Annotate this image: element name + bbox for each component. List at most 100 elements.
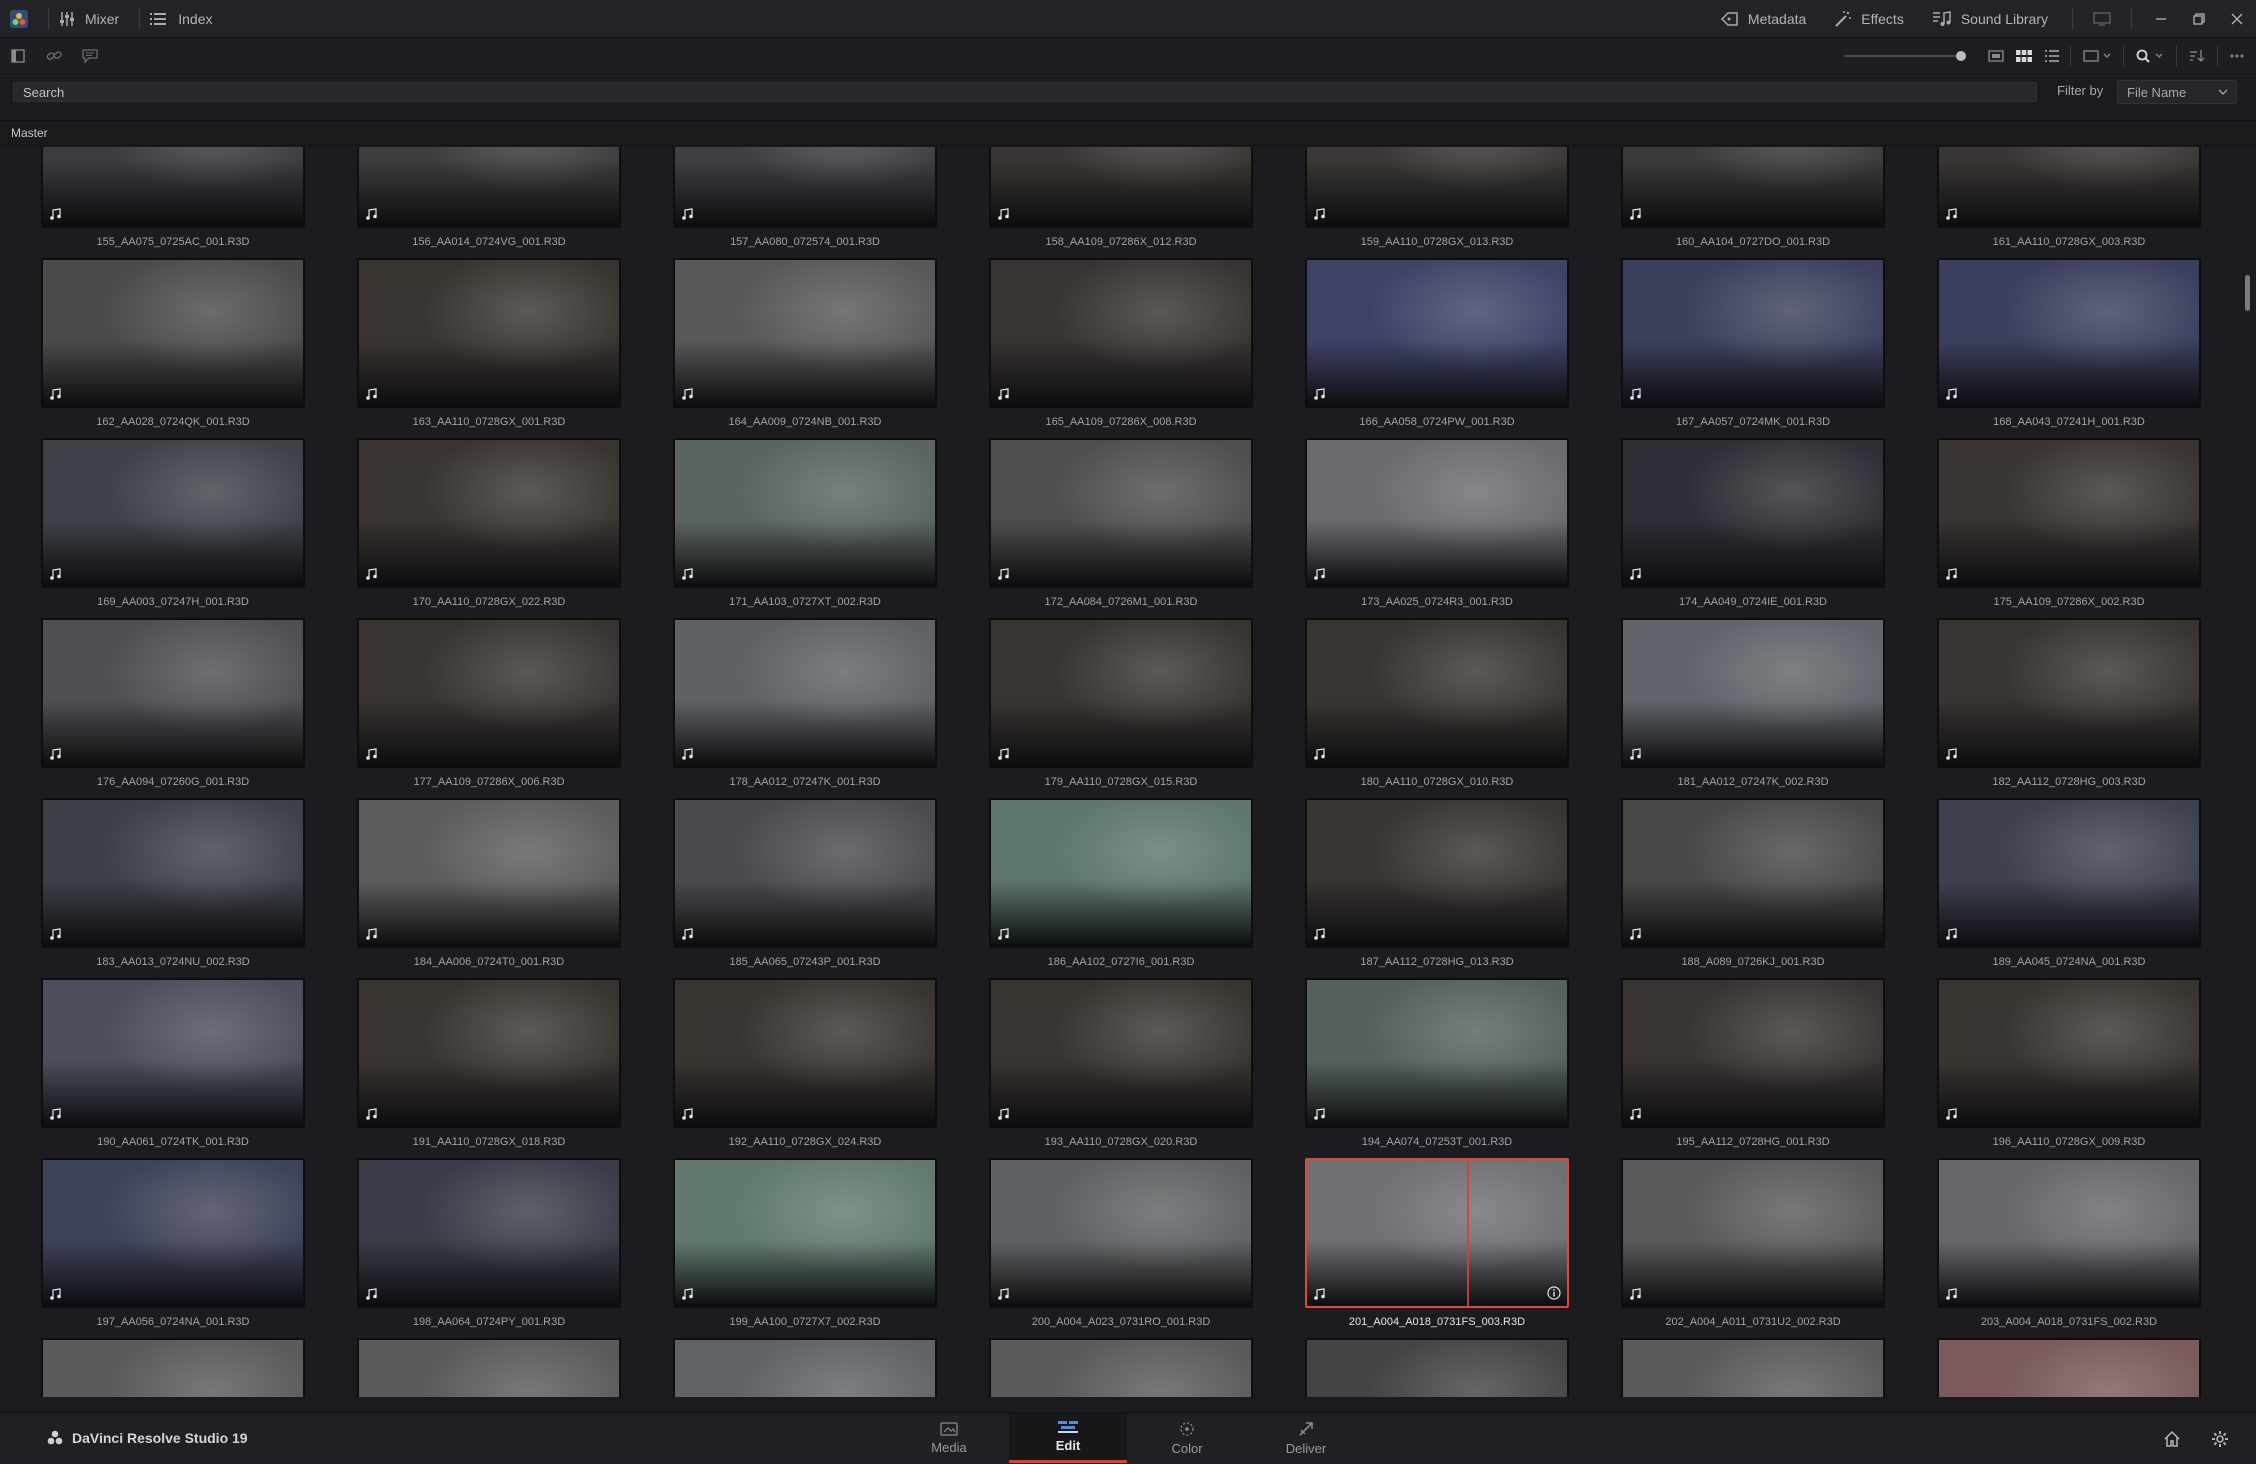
clip-thumbnail-image[interactable]: [1937, 978, 2201, 1128]
clip-thumbnail-image[interactable]: [989, 798, 1253, 948]
clip-thumbnail-image[interactable]: [1305, 147, 1569, 228]
scrollbar-thumb[interactable]: [2245, 275, 2250, 311]
clip-thumbnail[interactable]: 157_AA080_072574_001.R3D: [673, 147, 937, 248]
clip-thumbnail[interactable]: 196_AA110_0728GX_009.R3D: [1937, 978, 2201, 1148]
clip-thumbnail[interactable]: [989, 1338, 1253, 1397]
clip-thumbnail[interactable]: 192_AA110_0728GX_024.R3D: [673, 978, 937, 1148]
clip-thumbnail[interactable]: 180_AA110_0728GX_010.R3D: [1305, 618, 1569, 788]
clip-thumbnail[interactable]: 185_AA065_07243P_001.R3D: [673, 798, 937, 968]
link-icon[interactable]: [36, 38, 72, 74]
clip-thumbnail[interactable]: 200_A004_A023_0731RO_001.R3D: [989, 1158, 1253, 1328]
clip-thumbnail[interactable]: 173_AA025_0724R3_001.R3D: [1305, 438, 1569, 608]
monitor-icon[interactable]: [2083, 0, 2121, 38]
clip-thumbnail[interactable]: 184_AA006_0724T0_001.R3D: [357, 798, 621, 968]
clip-thumbnail[interactable]: 188_A089_0726KJ_001.R3D: [1621, 798, 1885, 968]
clip-thumbnail[interactable]: 181_AA012_07247K_002.R3D: [1621, 618, 1885, 788]
clip-thumbnail[interactable]: 159_AA110_0728GX_013.R3D: [1305, 147, 1569, 248]
clip-thumbnail-image[interactable]: [989, 618, 1253, 768]
more-options-icon[interactable]: [2222, 38, 2252, 74]
clip-thumbnail[interactable]: 202_A004_A011_0731U2_002.R3D: [1621, 1158, 1885, 1328]
clip-thumbnail[interactable]: 176_AA094_07260G_001.R3D: [41, 618, 305, 788]
restore-icon[interactable]: [2180, 0, 2218, 38]
home-icon[interactable]: [2160, 1427, 2184, 1451]
clip-thumbnail[interactable]: 187_AA112_0728HG_013.R3D: [1305, 798, 1569, 968]
clip-thumbnail-image[interactable]: [357, 618, 621, 768]
clip-thumbnail-image[interactable]: [357, 1338, 621, 1397]
clip-thumbnail-image[interactable]: [41, 978, 305, 1128]
clip-thumbnail[interactable]: [673, 1338, 937, 1397]
clip-thumbnail[interactable]: 201_A004_A018_0731FS_003.R3D: [1305, 1158, 1569, 1328]
clip-thumbnail-image[interactable]: [1305, 1338, 1569, 1397]
clip-thumbnail-image[interactable]: [41, 618, 305, 768]
clip-thumbnail-image[interactable]: [989, 258, 1253, 408]
clip-thumbnail-image[interactable]: [1937, 147, 2201, 228]
clip-thumbnail[interactable]: 178_AA012_07247K_001.R3D: [673, 618, 937, 788]
clip-thumbnail-image[interactable]: [1621, 258, 1885, 408]
clip-thumbnail[interactable]: 158_AA109_07286X_012.R3D: [989, 147, 1253, 248]
clip-thumbnail-image[interactable]: [1937, 1158, 2201, 1308]
close-icon[interactable]: [2218, 0, 2256, 38]
clip-thumbnail[interactable]: 167_AA057_0724MK_001.R3D: [1621, 258, 1885, 428]
clip-thumbnail[interactable]: 174_AA049_0724IE_001.R3D: [1621, 438, 1885, 608]
clip-thumbnail-image[interactable]: [1621, 1338, 1885, 1397]
media-pool-grid[interactable]: 155_AA075_0725AC_001.R3D 156_AA014_0724VG…: [0, 147, 2240, 1397]
clip-thumbnail[interactable]: [41, 1338, 305, 1397]
search-icon[interactable]: [2128, 38, 2172, 74]
settings-gear-icon[interactable]: [2208, 1427, 2232, 1451]
clip-thumbnail[interactable]: 164_AA009_0724NB_001.R3D: [673, 258, 937, 428]
clip-thumbnail-image[interactable]: [1621, 978, 1885, 1128]
mixer-button[interactable]: Mixer: [59, 0, 129, 38]
zoom-slider-handle[interactable]: [1956, 51, 1966, 61]
clip-thumbnail[interactable]: 156_AA014_0724VG_001.R3D: [357, 147, 621, 248]
clip-thumbnail-image[interactable]: [989, 438, 1253, 588]
clip-thumbnail[interactable]: [1937, 1338, 2201, 1397]
thumbnail-view-icon[interactable]: [2010, 38, 2038, 74]
clip-thumbnail-image[interactable]: [673, 258, 937, 408]
sound-library-button[interactable]: Sound Library: [1918, 0, 2062, 38]
clip-thumbnail-image[interactable]: [41, 1338, 305, 1397]
clip-thumbnail-image[interactable]: [41, 258, 305, 408]
clip-thumbnail[interactable]: 177_AA109_07286X_006.R3D: [357, 618, 621, 788]
clip-thumbnail-image[interactable]: [989, 978, 1253, 1128]
clip-thumbnail-image[interactable]: [1937, 1338, 2201, 1397]
index-button[interactable]: Index: [150, 0, 212, 38]
tab-deliver[interactable]: Deliver: [1247, 1413, 1365, 1463]
clip-thumbnail-image[interactable]: [1621, 147, 1885, 228]
clip-thumbnail-image[interactable]: [1621, 1158, 1885, 1308]
clip-thumbnail-image[interactable]: [1937, 618, 2201, 768]
clip-thumbnail-image[interactable]: [357, 978, 621, 1128]
search-input[interactable]: [13, 82, 2037, 102]
clip-thumbnail-image[interactable]: [357, 147, 621, 228]
clip-thumbnail-image[interactable]: [357, 258, 621, 408]
clip-thumbnail-image[interactable]: [357, 438, 621, 588]
clip-thumbnail[interactable]: 162_AA028_0724QK_001.R3D: [41, 258, 305, 428]
clip-thumbnail-image[interactable]: [1621, 438, 1885, 588]
clip-thumbnail[interactable]: 168_AA043_07241H_001.R3D: [1937, 258, 2201, 428]
clip-thumbnail-image[interactable]: [673, 1158, 937, 1308]
clip-thumbnail[interactable]: 183_AA013_0724NU_002.R3D: [41, 798, 305, 968]
clip-thumbnail[interactable]: [1305, 1338, 1569, 1397]
filter-by-dropdown[interactable]: File Name: [2117, 80, 2237, 104]
clip-thumbnail-image[interactable]: [1305, 1158, 1569, 1308]
effects-button[interactable]: Effects: [1820, 0, 1918, 38]
clip-thumbnail-image[interactable]: [1305, 618, 1569, 768]
clip-thumbnail-image[interactable]: [989, 1338, 1253, 1397]
clip-thumbnail[interactable]: 182_AA112_0728HG_003.R3D: [1937, 618, 2201, 788]
minimize-icon[interactable]: [2142, 0, 2180, 38]
clip-thumbnail-image[interactable]: [673, 978, 937, 1128]
clip-thumbnail-image[interactable]: [1305, 258, 1569, 408]
tab-color[interactable]: Color: [1128, 1413, 1246, 1463]
clip-thumbnail-image[interactable]: [1621, 618, 1885, 768]
filmstrip-view-icon[interactable]: [1982, 38, 2010, 74]
comment-icon[interactable]: [72, 38, 108, 74]
clip-thumbnail[interactable]: [357, 1338, 621, 1397]
clip-thumbnail[interactable]: 161_AA110_0728GX_003.R3D: [1937, 147, 2201, 248]
clip-thumbnail[interactable]: 170_AA110_0728GX_022.R3D: [357, 438, 621, 608]
bin-name[interactable]: Master: [11, 126, 48, 140]
clip-thumbnail-image[interactable]: [1937, 258, 2201, 408]
thumbnail-zoom-slider[interactable]: [1844, 51, 1966, 61]
tab-edit[interactable]: Edit: [1009, 1413, 1127, 1463]
clip-thumbnail[interactable]: 155_AA075_0725AC_001.R3D: [41, 147, 305, 248]
clip-thumbnail[interactable]: 193_AA110_0728GX_020.R3D: [989, 978, 1253, 1148]
info-icon[interactable]: [1547, 1286, 1561, 1300]
